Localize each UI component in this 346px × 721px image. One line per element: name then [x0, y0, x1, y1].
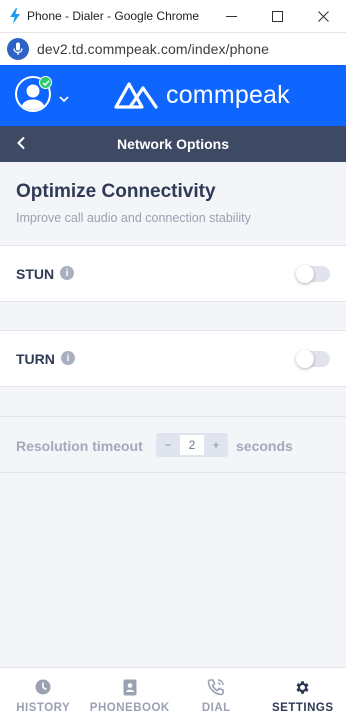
- chevron-down-icon[interactable]: [59, 90, 69, 108]
- minimize-button[interactable]: [208, 0, 254, 33]
- close-button[interactable]: [300, 0, 346, 33]
- stun-label: STUN: [16, 266, 55, 282]
- toggle-knob: [296, 265, 314, 283]
- microphone-icon[interactable]: [7, 38, 29, 60]
- nav-label-phonebook: PHONEBOOK: [89, 702, 170, 714]
- bottom-navigation: HISTORY PHONEBOOK DIAL SETTINGS: [0, 667, 346, 721]
- section-subtitle: Improve call audio and connection stabil…: [16, 211, 251, 225]
- intro-section: Optimize Connectivity Improve call audio…: [0, 162, 346, 245]
- turn-label: TURN: [16, 351, 55, 367]
- online-status-icon: [39, 76, 52, 89]
- timeout-unit: seconds: [236, 438, 293, 454]
- decrement-button[interactable]: −: [156, 433, 180, 457]
- browser-titlebar: Phone - Dialer - Google Chrome: [0, 0, 346, 33]
- contact-book-icon: [123, 678, 137, 696]
- close-icon: [317, 11, 329, 22]
- user-menu[interactable]: [15, 76, 53, 114]
- turn-toggle[interactable]: [296, 350, 330, 368]
- page-title: Network Options: [116, 136, 229, 152]
- info-icon[interactable]: i: [60, 266, 74, 280]
- back-button[interactable]: [16, 136, 26, 155]
- bolt-icon: [7, 8, 23, 24]
- nav-item-dial[interactable]: DIAL: [173, 668, 260, 721]
- app-header: commpeak: [0, 65, 346, 126]
- maximize-icon: [271, 11, 283, 22]
- brand-name: commpeak: [166, 80, 290, 109]
- commpeak-logo-icon: [114, 82, 158, 109]
- resolution-timeout-row: Resolution timeout − 2 + seconds: [0, 416, 346, 473]
- maximize-button[interactable]: [254, 0, 300, 33]
- nav-item-phonebook[interactable]: PHONEBOOK: [87, 668, 174, 721]
- stun-toggle[interactable]: [296, 265, 330, 283]
- section-title: Optimize Connectivity: [16, 181, 216, 202]
- nav-label-settings: SETTINGS: [271, 702, 334, 714]
- turn-setting-row: TURN i: [0, 330, 346, 387]
- info-icon[interactable]: i: [61, 351, 75, 365]
- page-header: Network Options: [0, 126, 346, 162]
- clock-icon: [35, 678, 51, 696]
- nav-label-history: HISTORY: [16, 702, 71, 714]
- nav-item-settings[interactable]: SETTINGS: [260, 668, 346, 721]
- nav-item-history[interactable]: HISTORY: [0, 668, 87, 721]
- chevron-left-icon: [17, 136, 25, 150]
- minimize-icon: [225, 16, 237, 17]
- stun-setting-row: STUN i: [0, 245, 346, 302]
- timeout-stepper[interactable]: − 2 +: [156, 433, 228, 457]
- window-title: Phone - Dialer - Google Chrome: [27, 9, 200, 23]
- url-text[interactable]: dev2.td.commpeak.com/index/phone: [37, 41, 269, 57]
- phone-icon: [207, 678, 225, 696]
- nav-label-dial: DIAL: [201, 702, 231, 714]
- brand-logo: commpeak: [114, 78, 290, 112]
- timeout-value[interactable]: 2: [180, 435, 204, 455]
- toggle-knob: [296, 350, 314, 368]
- increment-button[interactable]: +: [204, 433, 228, 457]
- timeout-label: Resolution timeout: [16, 438, 143, 454]
- gear-icon: [294, 678, 311, 696]
- address-bar[interactable]: dev2.td.commpeak.com/index/phone: [0, 33, 346, 65]
